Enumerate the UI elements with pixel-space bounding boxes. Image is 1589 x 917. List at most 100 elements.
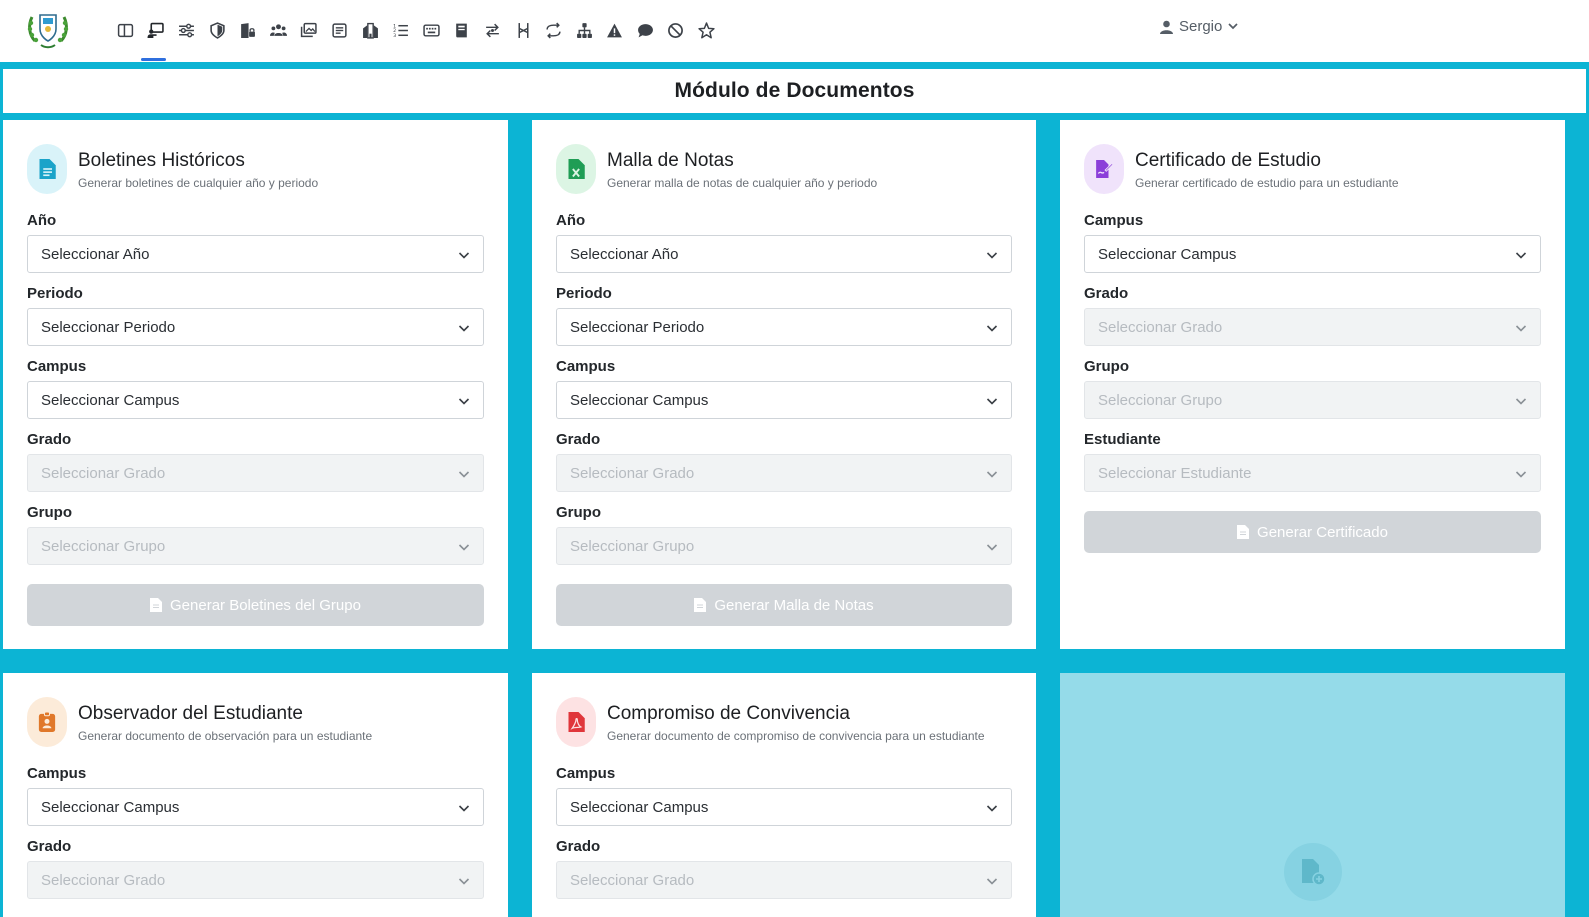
year-select[interactable]: Seleccionar Año	[27, 235, 484, 273]
file-icon	[694, 598, 707, 612]
generate-malla-button[interactable]: Generar Malla de Notas	[556, 584, 1012, 626]
grade-select: Seleccionar Grado	[556, 454, 1012, 492]
card-subtitle: Generar documento de compromiso de convi…	[607, 729, 985, 743]
main-nav: 123	[110, 18, 722, 42]
chat-icon[interactable]	[630, 18, 661, 42]
top-navbar: 123 Sergio	[0, 0, 1589, 62]
arrows-exchange-icon[interactable]	[477, 18, 508, 42]
warning-icon[interactable]	[600, 18, 631, 42]
field-label-campus: Campus	[1084, 212, 1144, 229]
card-title: Compromiso de Convivencia	[607, 703, 850, 724]
sliders-icon[interactable]	[171, 18, 202, 42]
chevron-down-icon	[986, 325, 998, 332]
git-branch-icon[interactable]	[508, 18, 539, 42]
chevron-down-icon	[458, 544, 470, 551]
page-title: Módulo de Documentos	[674, 79, 915, 102]
grade-select: Seleccionar Grado	[27, 861, 484, 899]
card-malla-de-notas: Malla de Notas Generar malla de notas de…	[532, 120, 1036, 649]
generate-boletines-button[interactable]: Generar Boletines del Grupo	[27, 584, 484, 626]
chevron-down-icon	[986, 471, 998, 478]
user-icon	[1160, 20, 1173, 34]
users-icon[interactable]	[263, 18, 294, 42]
keyboard-icon[interactable]	[416, 18, 447, 42]
block-icon[interactable]	[661, 18, 692, 42]
field-label-student: Estudiante	[1084, 431, 1161, 448]
card-title: Malla de Notas	[607, 150, 734, 171]
field-label-group: Grupo	[27, 504, 72, 521]
chevron-down-icon	[458, 878, 470, 885]
document-icon	[27, 144, 67, 194]
field-label-grade: Grado	[556, 431, 601, 448]
card-subtitle: Generar malla de notas de cualquier año …	[607, 176, 878, 190]
field-label-period: Periodo	[27, 285, 83, 302]
active-nav-indicator	[141, 58, 166, 61]
chevron-down-icon	[1515, 471, 1527, 478]
chevron-down-icon	[986, 878, 998, 885]
card-title: Certificado de Estudio	[1135, 150, 1321, 171]
id-card-icon[interactable]	[324, 18, 355, 42]
user-name: Sergio	[1179, 18, 1223, 35]
card-observador-del-estudiante: Observador del Estudiante Generar docume…	[3, 673, 508, 917]
field-label-grade: Grado	[27, 431, 72, 448]
layout-icon[interactable]	[110, 18, 141, 42]
field-label-grade: Grado	[1084, 285, 1129, 302]
card-title: Observador del Estudiante	[78, 703, 303, 724]
chevron-down-icon	[458, 471, 470, 478]
campus-select[interactable]: Seleccionar Campus	[556, 788, 1012, 826]
generate-certificate-button[interactable]: Generar Certificado	[1084, 511, 1541, 553]
shield-icon[interactable]	[202, 18, 233, 42]
list-ordered-icon[interactable]: 123	[385, 18, 416, 42]
year-select[interactable]: Seleccionar Año	[556, 235, 1012, 273]
chevron-down-icon	[1515, 325, 1527, 332]
field-label-period: Periodo	[556, 285, 612, 302]
campus-select[interactable]: Seleccionar Campus	[556, 381, 1012, 419]
field-label-campus: Campus	[556, 358, 616, 375]
user-menu[interactable]: Sergio	[1160, 18, 1238, 35]
file-add-icon	[1284, 843, 1342, 901]
chevron-down-icon	[986, 544, 998, 551]
teacher-board-icon[interactable]	[141, 18, 172, 42]
add-document-card[interactable]	[1060, 673, 1565, 917]
card-subtitle: Generar boletines de cualquier año y per…	[78, 176, 319, 190]
card-title: Boletines Históricos	[78, 150, 245, 171]
period-select[interactable]: Seleccionar Periodo	[27, 308, 484, 346]
field-label-group: Grupo	[556, 504, 601, 521]
campus-select[interactable]: Seleccionar Campus	[1084, 235, 1541, 273]
chevron-down-icon	[1228, 23, 1238, 30]
field-label-grade: Grado	[27, 838, 72, 855]
repeat-arrows-icon[interactable]	[538, 18, 569, 42]
building-lock-icon[interactable]	[232, 18, 263, 42]
chevron-down-icon	[1515, 252, 1527, 259]
id-badge-icon	[27, 697, 67, 747]
excel-file-icon	[556, 144, 596, 194]
chevron-down-icon	[458, 398, 470, 405]
gallery-icon[interactable]	[294, 18, 325, 42]
module-header: Módulo de Documentos	[3, 69, 1586, 113]
star-icon[interactable]	[691, 18, 722, 42]
school-logo[interactable]	[25, 7, 71, 53]
card-subtitle: Generar documento de observación para un…	[78, 729, 373, 743]
chevron-down-icon	[986, 252, 998, 259]
chevron-down-icon	[986, 398, 998, 405]
pdf-file-icon	[556, 697, 596, 747]
field-label-grade: Grado	[556, 838, 601, 855]
field-label-year: Año	[27, 212, 57, 229]
grade-select: Seleccionar Grado	[1084, 308, 1541, 346]
campus-select[interactable]: Seleccionar Campus	[27, 381, 484, 419]
grade-select: Seleccionar Grado	[27, 454, 484, 492]
hotel-icon[interactable]	[355, 18, 386, 42]
grade-select: Seleccionar Grado	[556, 861, 1012, 899]
chevron-down-icon	[458, 325, 470, 332]
field-label-campus: Campus	[27, 358, 87, 375]
card-subtitle: Generar certificado de estudio para un e…	[1135, 176, 1399, 190]
chevron-down-icon	[1515, 398, 1527, 405]
card-certificado-de-estudio: Certificado de Estudio Generar certifica…	[1060, 120, 1565, 649]
chevron-down-icon	[458, 805, 470, 812]
field-label-year: Año	[556, 212, 586, 229]
svg-text:3: 3	[393, 32, 396, 38]
chevron-down-icon	[458, 252, 470, 259]
book-icon[interactable]	[447, 18, 478, 42]
period-select[interactable]: Seleccionar Periodo	[556, 308, 1012, 346]
campus-select[interactable]: Seleccionar Campus	[27, 788, 484, 826]
hierarchy-icon[interactable]	[569, 18, 600, 42]
